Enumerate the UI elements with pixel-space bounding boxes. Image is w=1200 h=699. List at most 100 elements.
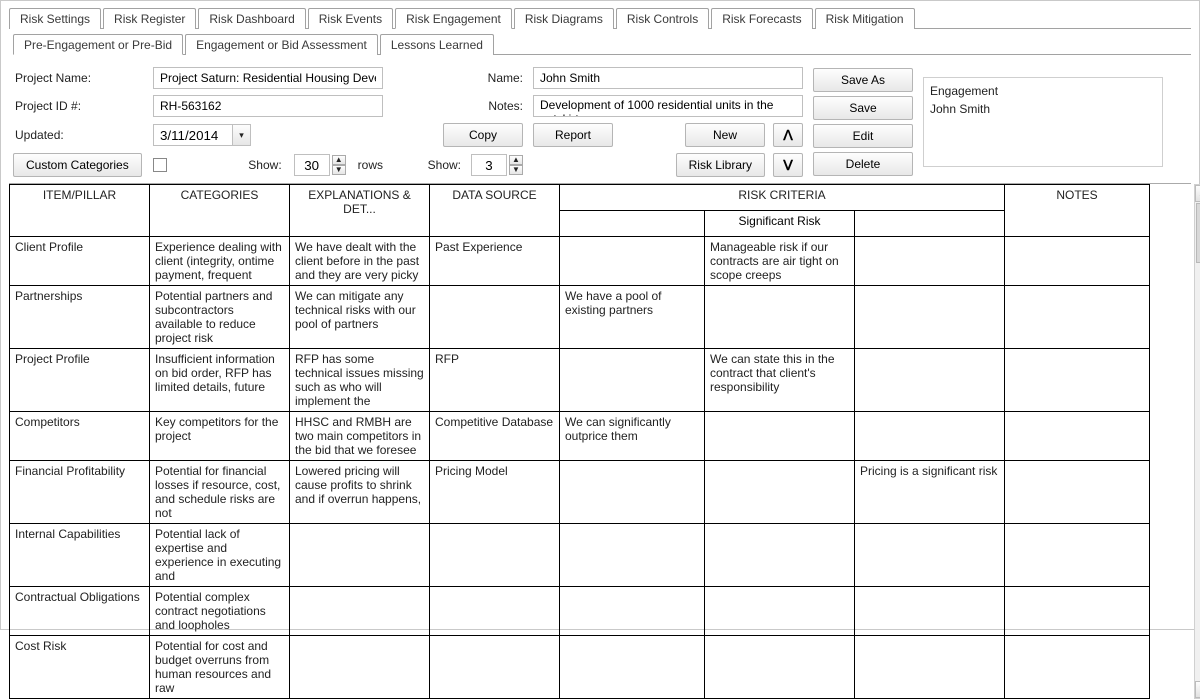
top-tab-risk-controls[interactable]: Risk Controls xyxy=(616,8,709,29)
cell-dataSource[interactable] xyxy=(430,524,560,587)
rows-spinner-input[interactable] xyxy=(294,154,330,176)
custom-categories-button[interactable]: Custom Categories xyxy=(13,153,142,177)
delete-button[interactable]: Delete xyxy=(813,152,913,176)
notes-input[interactable]: Development of 1000 residential units in… xyxy=(533,95,803,117)
cell-explanations[interactable]: Lowered pricing will cause profits to sh… xyxy=(290,461,430,524)
cell-dataSource[interactable] xyxy=(430,286,560,349)
sub-tab-engagement-or-bid-assessment[interactable]: Engagement or Bid Assessment xyxy=(185,34,378,55)
table-row[interactable]: Internal CapabilitiesPotential lack of e… xyxy=(10,524,1150,587)
cols-spinner-input[interactable] xyxy=(471,154,507,176)
cell-categories[interactable]: Key competitors for the project xyxy=(150,412,290,461)
cell-sig[interactable] xyxy=(705,636,855,699)
cell-crit[interactable] xyxy=(855,524,1005,587)
new-button[interactable]: New xyxy=(685,123,765,147)
col-datasource[interactable]: DATA SOURCE xyxy=(430,185,560,237)
save-button[interactable]: Save xyxy=(813,96,913,120)
cell-categories[interactable]: Potential for cost and budget overruns f… xyxy=(150,636,290,699)
cell-sig[interactable] xyxy=(705,412,855,461)
cell-dataSource[interactable]: Competitive Database xyxy=(430,412,560,461)
copy-button[interactable]: Copy xyxy=(443,123,523,147)
project-id-input[interactable] xyxy=(153,95,383,117)
table-row[interactable]: Financial ProfitabilityPotential for fin… xyxy=(10,461,1150,524)
cell-sig[interactable] xyxy=(705,461,855,524)
table-row[interactable]: CompetitorsKey competitors for the proje… xyxy=(10,412,1150,461)
cell-categories[interactable]: Potential for financial losses if resour… xyxy=(150,461,290,524)
move-down-button[interactable]: ᐯ xyxy=(773,153,803,177)
cell-item[interactable]: Internal Capabilities xyxy=(10,524,150,587)
cell-dataSource[interactable]: RFP xyxy=(430,349,560,412)
cell-low[interactable]: We have a pool of existing partners xyxy=(560,286,705,349)
table-row[interactable]: Client ProfileExperience dealing with cl… xyxy=(10,237,1150,286)
cell-low[interactable] xyxy=(560,237,705,286)
cell-explanations[interactable] xyxy=(290,636,430,699)
col-categories[interactable]: CATEGORIES xyxy=(150,185,290,237)
save-as-button[interactable]: Save As xyxy=(813,68,913,92)
col-notes[interactable]: NOTES xyxy=(1005,185,1150,237)
cell-item[interactable]: Financial Profitability xyxy=(10,461,150,524)
cell-sig[interactable] xyxy=(705,587,855,636)
cell-notes[interactable] xyxy=(1005,412,1150,461)
cell-categories[interactable]: Experience dealing with client (integrit… xyxy=(150,237,290,286)
table-row[interactable]: Contractual ObligationsPotential complex… xyxy=(10,587,1150,636)
table-row[interactable]: Cost RiskPotential for cost and budget o… xyxy=(10,636,1150,699)
cell-crit[interactable] xyxy=(855,237,1005,286)
cell-item[interactable]: Cost Risk xyxy=(10,636,150,699)
cell-explanations[interactable]: HHSC and RMBH are two main competitors i… xyxy=(290,412,430,461)
cell-item[interactable]: Competitors xyxy=(10,412,150,461)
name-input[interactable] xyxy=(533,67,803,89)
cell-notes[interactable] xyxy=(1005,237,1150,286)
cols-spinner[interactable]: ▲▼ xyxy=(471,154,523,176)
cell-categories[interactable]: Potential partners and subcontractors av… xyxy=(150,286,290,349)
cell-notes[interactable] xyxy=(1005,286,1150,349)
cell-notes[interactable] xyxy=(1005,524,1150,587)
report-button[interactable]: Report xyxy=(533,123,613,147)
cell-item[interactable]: Client Profile xyxy=(10,237,150,286)
sub-tab-lessons-learned[interactable]: Lessons Learned xyxy=(380,34,494,55)
cell-item[interactable]: Project Profile xyxy=(10,349,150,412)
scroll-thumb[interactable] xyxy=(1196,203,1200,263)
cell-sig[interactable] xyxy=(705,524,855,587)
top-tab-risk-forecasts[interactable]: Risk Forecasts xyxy=(711,8,812,29)
cell-sig[interactable] xyxy=(705,286,855,349)
spin-down-icon[interactable]: ▼ xyxy=(332,165,346,175)
col-risk-criteria[interactable]: RISK CRITERIA xyxy=(560,185,1005,211)
col-explanations[interactable]: EXPLANATIONS & DET... xyxy=(290,185,430,237)
checkbox[interactable] xyxy=(153,158,167,172)
cell-crit[interactable] xyxy=(855,412,1005,461)
cell-low[interactable] xyxy=(560,461,705,524)
cell-notes[interactable] xyxy=(1005,349,1150,412)
cell-notes[interactable] xyxy=(1005,587,1150,636)
cell-dataSource[interactable]: Past Experience xyxy=(430,237,560,286)
table-row[interactable]: PartnershipsPotential partners and subco… xyxy=(10,286,1150,349)
rows-spinner[interactable]: ▲▼ xyxy=(294,154,346,176)
chevron-down-icon[interactable]: ▾ xyxy=(233,124,251,146)
cell-item[interactable]: Contractual Obligations xyxy=(10,587,150,636)
col-significant-risk[interactable]: Significant Risk xyxy=(705,211,855,237)
col-item[interactable]: ITEM/PILLAR xyxy=(10,185,150,237)
top-tab-risk-diagrams[interactable]: Risk Diagrams xyxy=(514,8,614,29)
table-row[interactable]: Project ProfileInsufficient information … xyxy=(10,349,1150,412)
cell-categories[interactable]: Insufficient information on bid order, R… xyxy=(150,349,290,412)
edit-button[interactable]: Edit xyxy=(813,124,913,148)
spin-up-icon[interactable]: ▲ xyxy=(332,155,346,165)
top-tab-risk-events[interactable]: Risk Events xyxy=(308,8,393,29)
cell-crit[interactable] xyxy=(855,587,1005,636)
cell-low[interactable] xyxy=(560,349,705,412)
cell-explanations[interactable]: We can mitigate any technical risks with… xyxy=(290,286,430,349)
cell-item[interactable]: Partnerships xyxy=(10,286,150,349)
cell-crit[interactable] xyxy=(855,349,1005,412)
updated-date-field[interactable] xyxy=(153,124,233,146)
cell-crit[interactable]: Pricing is a significant risk xyxy=(855,461,1005,524)
top-tab-risk-mitigation[interactable]: Risk Mitigation xyxy=(815,8,915,29)
cell-dataSource[interactable] xyxy=(430,636,560,699)
cell-explanations[interactable]: We have dealt with the client before in … xyxy=(290,237,430,286)
cell-sig[interactable]: We can state this in the contract that c… xyxy=(705,349,855,412)
cell-low[interactable]: We can significantly outprice them xyxy=(560,412,705,461)
risk-library-button[interactable]: Risk Library xyxy=(676,153,765,177)
cell-sig[interactable]: Manageable risk if our contracts are air… xyxy=(705,237,855,286)
sub-tab-pre-engagement-or-pre-bid[interactable]: Pre-Engagement or Pre-Bid xyxy=(13,34,183,55)
cell-categories[interactable]: Potential lack of expertise and experien… xyxy=(150,524,290,587)
cell-crit[interactable] xyxy=(855,636,1005,699)
col-low-risk[interactable]: Low Risk xyxy=(560,211,705,237)
cell-explanations[interactable] xyxy=(290,587,430,636)
